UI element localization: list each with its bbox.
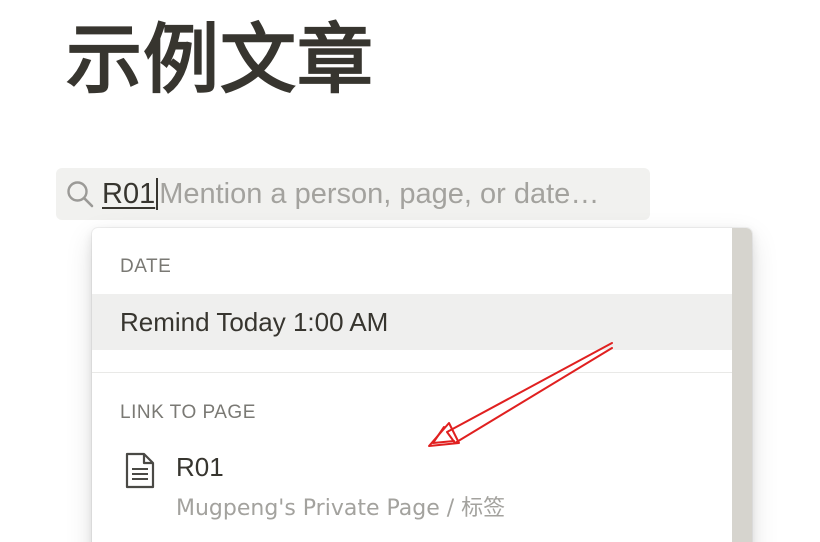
link-to-page-section-label: LINK TO PAGE xyxy=(120,402,256,423)
page-icon xyxy=(124,452,156,490)
text-caret xyxy=(156,178,159,210)
remind-today-option[interactable]: Remind Today 1:00 AM xyxy=(92,294,732,350)
page-title[interactable]: 示例文章 xyxy=(66,14,374,106)
notion-page: 示例文章 R01 Mention a person, page, or date… xyxy=(0,0,820,542)
dropdown-scrollbar[interactable] xyxy=(732,228,752,542)
date-section-label: DATE xyxy=(120,256,172,277)
mention-query-text[interactable]: R01 xyxy=(102,178,155,211)
mention-placeholder: Mention a person, page, or date… xyxy=(159,177,600,210)
link-page-item-title: R01 xyxy=(176,452,224,482)
remind-today-option-label: Remind Today 1:00 AM xyxy=(120,306,389,337)
mention-search-bar[interactable]: R01 Mention a person, page, or date… xyxy=(56,168,650,220)
section-divider xyxy=(92,372,732,373)
link-page-item-path: Mugpeng's Private Page / 标签 xyxy=(176,496,506,521)
mention-dropdown-menu: DATE Remind Today 1:00 AM LINK TO PAGE R… xyxy=(92,228,752,542)
search-icon xyxy=(64,178,96,210)
link-page-item-r01[interactable]: R01 Mugpeng's Private Page / 标签 xyxy=(92,442,732,526)
